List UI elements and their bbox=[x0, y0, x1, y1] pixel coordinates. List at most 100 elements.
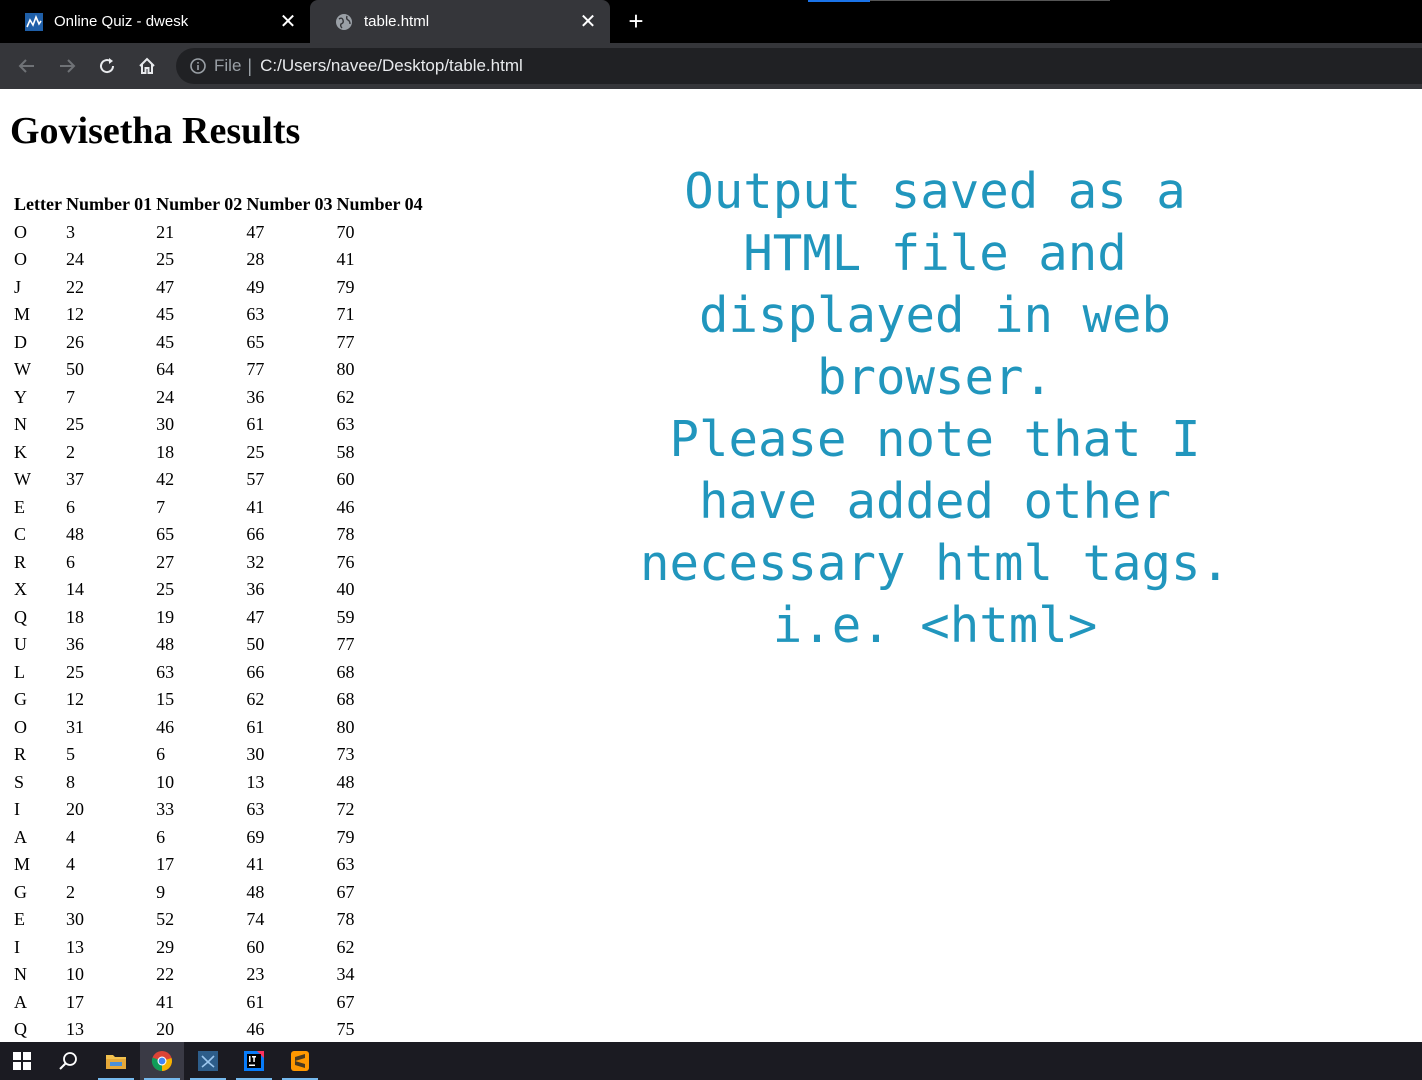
table-cell: I bbox=[14, 936, 20, 957]
table-cell: W bbox=[14, 469, 31, 490]
table-cell: 36 bbox=[65, 634, 84, 655]
column-header: Letter bbox=[14, 194, 62, 215]
note-line: necessary html tags. bbox=[639, 535, 1230, 592]
table-cell: 42 bbox=[156, 469, 175, 490]
sublime-text-icon bbox=[291, 1051, 309, 1071]
page-content: Govisetha Results Letter Number 01 Number … bbox=[0, 89, 1422, 1042]
forward-button[interactable] bbox=[53, 52, 81, 80]
table-cell: G bbox=[14, 881, 27, 902]
table-cell: 28 bbox=[246, 249, 265, 270]
close-icon[interactable]: ✕ bbox=[274, 8, 302, 36]
table-cell: 23 bbox=[246, 964, 265, 985]
table-cell: 47 bbox=[246, 221, 265, 242]
table-cell: C bbox=[14, 524, 27, 545]
table-row: U 36 48 50 77 bbox=[13, 632, 424, 658]
back-arrow-icon bbox=[18, 59, 34, 73]
table-cell: 18 bbox=[156, 441, 175, 462]
browser-toolbar: File | C:/Users/navee/Desktop/table.html bbox=[0, 43, 1422, 89]
table-cell: 25 bbox=[65, 414, 84, 435]
table-row: E 30 52 74 78 bbox=[13, 907, 424, 933]
table-cell: 46 bbox=[156, 716, 175, 737]
table-cell: 20 bbox=[156, 1019, 175, 1040]
table-cell: 25 bbox=[65, 661, 84, 682]
table-cell: 64 bbox=[156, 359, 175, 380]
globe-icon bbox=[334, 12, 354, 32]
table-cell: X bbox=[14, 579, 27, 600]
table-cell: 37 bbox=[65, 469, 84, 490]
table-cell: 67 bbox=[336, 881, 355, 902]
visual-studio-icon bbox=[198, 1051, 218, 1071]
tab-table-html[interactable]: table.html ✕ bbox=[310, 0, 610, 43]
chrome-icon bbox=[151, 1051, 172, 1072]
taskbar-file-explorer[interactable] bbox=[94, 1042, 138, 1080]
start-button[interactable] bbox=[0, 1042, 44, 1080]
table-cell: 76 bbox=[336, 551, 355, 572]
table-cell: 3 bbox=[65, 221, 75, 242]
taskbar-intellij[interactable] bbox=[232, 1042, 276, 1080]
intellij-icon bbox=[244, 1051, 264, 1071]
table-cell: 21 bbox=[156, 221, 175, 242]
table-cell: 34 bbox=[336, 964, 355, 985]
table-cell: 40 bbox=[336, 579, 355, 600]
home-button[interactable] bbox=[133, 52, 161, 80]
table-cell: 12 bbox=[65, 304, 84, 325]
forward-arrow-icon bbox=[60, 59, 76, 73]
column-header: Number 02 bbox=[156, 194, 243, 215]
tab-title: Online Quiz - dwesk bbox=[54, 13, 189, 30]
table-cell: M bbox=[14, 854, 31, 875]
table-cell: 47 bbox=[246, 606, 265, 627]
table-cell: 79 bbox=[336, 276, 355, 297]
table-cell: 17 bbox=[156, 854, 175, 875]
taskbar-visual-studio[interactable] bbox=[186, 1042, 230, 1080]
new-tab-button[interactable]: + bbox=[622, 6, 650, 36]
back-button[interactable] bbox=[13, 52, 41, 80]
table-cell: 67 bbox=[336, 991, 355, 1012]
table-cell: 36 bbox=[246, 579, 265, 600]
table-cell: N bbox=[14, 414, 27, 435]
table-cell: 24 bbox=[65, 249, 84, 270]
search-button[interactable] bbox=[46, 1042, 90, 1080]
table-cell: 7 bbox=[156, 496, 166, 517]
table-row: A 17 41 61 67 bbox=[13, 990, 424, 1016]
table-row: J 22 47 49 79 bbox=[13, 275, 424, 301]
close-icon[interactable]: ✕ bbox=[574, 8, 602, 36]
table-cell: A bbox=[14, 991, 27, 1012]
table-cell: 74 bbox=[246, 909, 265, 930]
table-cell: 46 bbox=[336, 496, 355, 517]
table-cell: 59 bbox=[336, 606, 355, 627]
home-icon bbox=[139, 57, 155, 74]
address-bar[interactable]: File | C:/Users/navee/Desktop/table.html bbox=[176, 48, 1422, 84]
note-line: browser. bbox=[816, 349, 1053, 406]
table-cell: R bbox=[14, 744, 27, 765]
reload-button[interactable] bbox=[93, 52, 121, 80]
table-cell: 36 bbox=[246, 386, 265, 407]
table-cell: 13 bbox=[65, 936, 84, 957]
scheme-label: File bbox=[214, 56, 242, 75]
taskbar-sublime-text[interactable] bbox=[278, 1042, 322, 1080]
column-header: Number 01 bbox=[65, 194, 153, 215]
table-cell: 80 bbox=[336, 359, 355, 380]
table-row: W 37 42 57 60 bbox=[13, 467, 424, 493]
table-cell: L bbox=[14, 661, 25, 682]
table-cell: R bbox=[14, 551, 27, 572]
table-cell: 41 bbox=[246, 496, 265, 517]
table-row: C 48 65 66 78 bbox=[13, 522, 424, 548]
table-cell: 60 bbox=[246, 936, 265, 957]
taskbar-chrome[interactable] bbox=[140, 1042, 184, 1080]
table-cell: 48 bbox=[156, 634, 175, 655]
table-cell: O bbox=[14, 249, 27, 270]
url-text[interactable]: C:/Users/navee/Desktop/table.html bbox=[260, 56, 523, 76]
table-cell: Q bbox=[14, 606, 27, 627]
table-cell: 71 bbox=[336, 304, 355, 325]
table-cell: 78 bbox=[336, 909, 355, 930]
table-cell: 77 bbox=[246, 359, 265, 380]
tab-online-quiz[interactable]: Online Quiz - dwesk ✕ bbox=[0, 0, 310, 43]
table-row: I 13 29 60 62 bbox=[13, 935, 424, 961]
windows-start-icon bbox=[13, 1052, 31, 1070]
table-cell: 61 bbox=[246, 991, 265, 1012]
table-row: G 2 9 48 67 bbox=[13, 880, 424, 906]
table-row: S 8 10 13 48 bbox=[13, 770, 424, 796]
table-cell: Q bbox=[14, 1019, 27, 1040]
info-icon[interactable] bbox=[188, 56, 208, 76]
table-row: Q 18 19 47 59 bbox=[13, 605, 424, 631]
